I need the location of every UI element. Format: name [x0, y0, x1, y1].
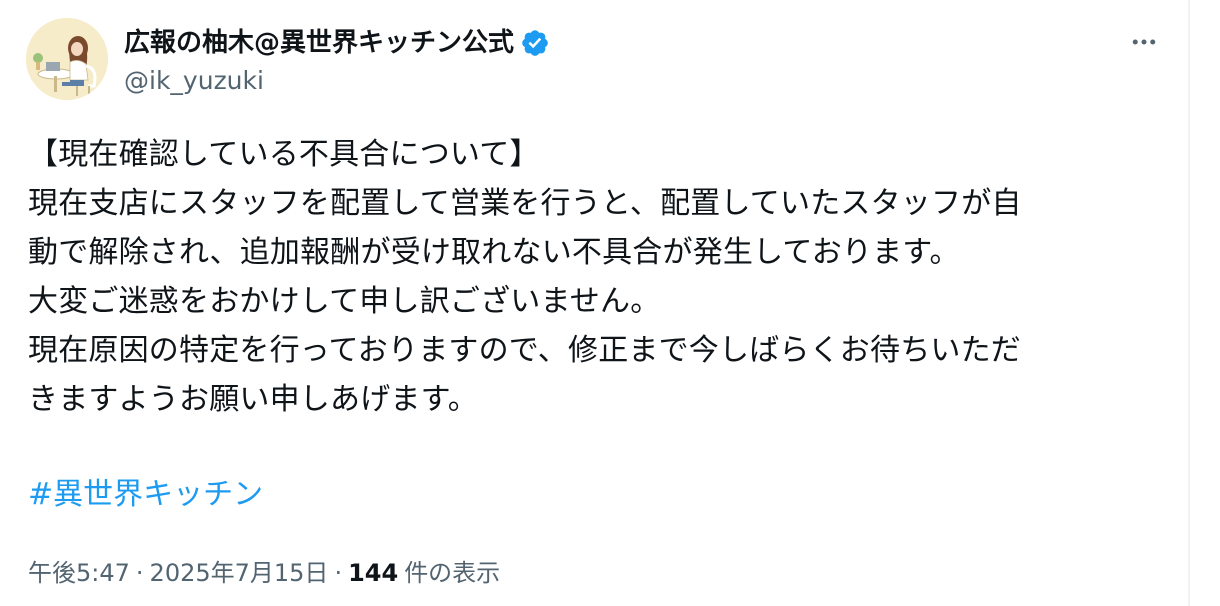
- views-count[interactable]: 144: [348, 559, 398, 587]
- tweet-line: 大変ご迷惑をおかけして申し訳ございません。: [28, 284, 661, 319]
- author-display-name[interactable]: 広報の柚木@異世界キッチン公式: [124, 24, 514, 62]
- tweet-line: 【現在確認している不具合について】: [28, 137, 540, 172]
- views-label[interactable]: 件の表示: [404, 559, 500, 587]
- hashtag-link[interactable]: #異世界キッチン: [28, 470, 263, 519]
- more-horizontal-icon: [1132, 39, 1156, 45]
- timeline-border: [1188, 0, 1190, 606]
- author-handle[interactable]: @ik_yuzuki: [124, 64, 550, 98]
- avatar[interactable]: [26, 18, 108, 100]
- tweet-line: 現在支店にスタッフを配置して営業を行うと、配置していたスタッフが自: [28, 186, 1022, 221]
- avatar-illustration-icon: [26, 18, 108, 100]
- tweet-date[interactable]: 2025年7月15日: [150, 559, 329, 587]
- meta-separator: ·: [334, 559, 343, 587]
- tweet-time[interactable]: 午後5:47: [28, 559, 130, 587]
- tweet-meta: 午後5:47 · 2025年7月15日 · 144 件の表示: [28, 553, 500, 593]
- meta-separator: ·: [135, 559, 144, 587]
- author-block: 広報の柚木@異世界キッチン公式 @ik_yuzuki: [124, 24, 550, 98]
- more-options-button[interactable]: [1122, 22, 1166, 62]
- tweet-header: 広報の柚木@異世界キッチン公式 @ik_yuzuki: [26, 18, 1166, 104]
- tweet-line: 動で解除され、追加報酬が受け取れない不具合が発生しております。: [28, 235, 960, 270]
- name-row: 広報の柚木@異世界キッチン公式: [124, 24, 550, 62]
- tweet-line: きますようお願い申しあげます。: [28, 382, 478, 417]
- tweet-line: 現在原因の特定を行っておりますので、修正まで今しばらくお待ちいただ: [28, 333, 1021, 368]
- verified-badge-icon[interactable]: [520, 28, 550, 58]
- tweet-text: 【現在確認している不具合について】 現在支店にスタッフを配置して営業を行うと、配…: [28, 130, 1168, 424]
